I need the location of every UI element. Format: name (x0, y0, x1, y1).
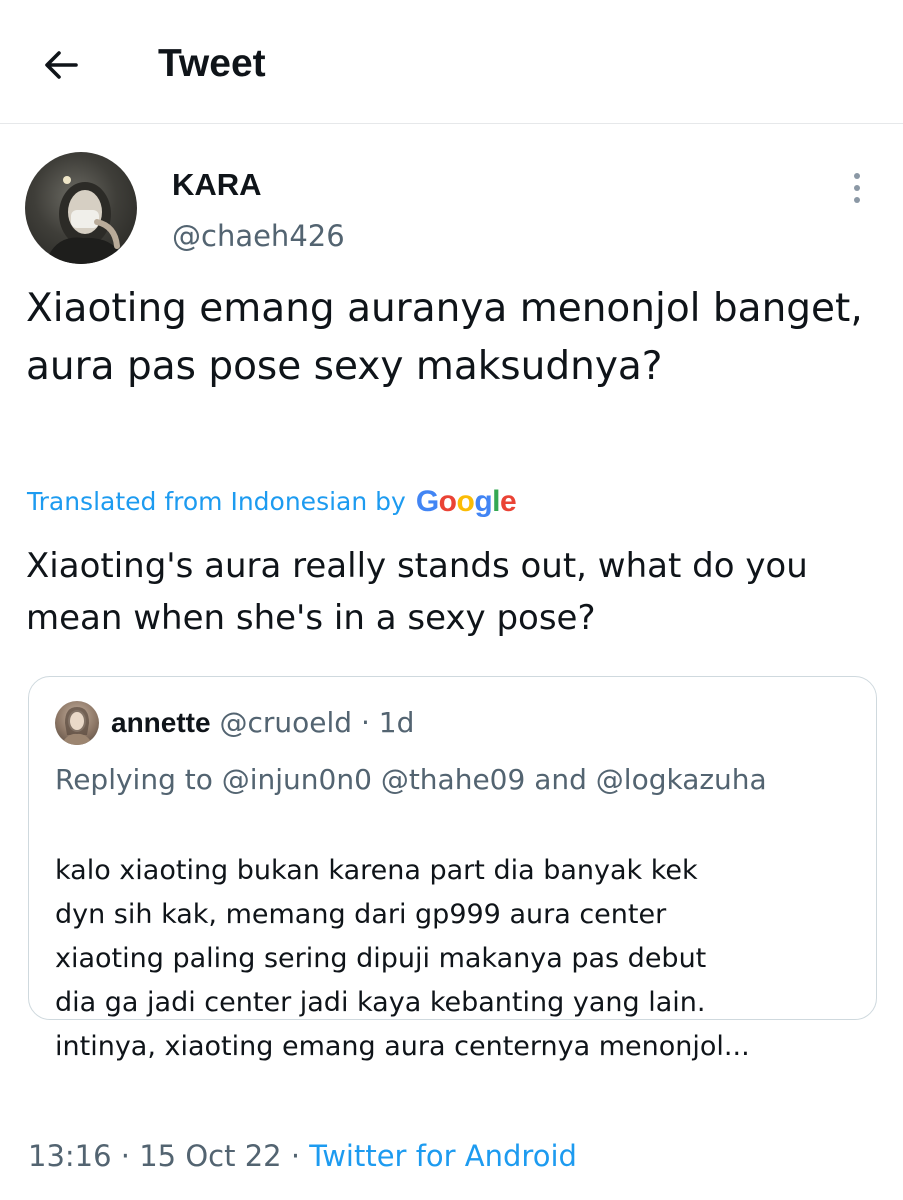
tweet-detail-page: Tweet KARA @chaeh426 Xiaoting emang aura… (0, 0, 903, 1200)
quoted-body-line: xiaoting paling sering dipuji makanya pa… (55, 943, 707, 974)
separator-dot: · (360, 706, 370, 739)
quoted-tweet-header: annette @cruoeld · 1d (111, 703, 414, 743)
page-title: Tweet (158, 42, 266, 85)
more-vertical-icon (854, 173, 860, 203)
translated-text: Xiaoting's aura really stands out, what … (26, 546, 808, 638)
quoted-body-line: kalo xiaoting bukan karena part dia bany… (55, 855, 698, 886)
tweet-date: 15 Oct 22 (139, 1139, 282, 1173)
avatar-photo (45, 176, 125, 264)
tweet-time: 13:16 (28, 1139, 112, 1173)
tweet-source-link[interactable]: Twitter for Android (309, 1139, 577, 1173)
google-letter: o (456, 485, 475, 518)
quoted-body-line: dia ga jadi center jadi kaya kebanting y… (55, 987, 706, 1018)
replying-to-text: Replying to @injun0n0 @thahe09 and @logk… (55, 763, 767, 796)
tweet-text: Xiaoting emang auranya menonjol banget, … (26, 286, 863, 389)
quoted-body-line: dyn sih kak, memang dari gp999 aura cent… (55, 899, 667, 930)
quoted-tweet-time: 1d (378, 706, 415, 739)
author-name[interactable]: KARA (172, 166, 262, 204)
google-letter: g (474, 485, 493, 518)
translated-label: Translated from Indonesian by (27, 487, 406, 516)
top-app-bar: Tweet (0, 0, 903, 124)
separator-dot: · (120, 1139, 131, 1173)
quoted-author-avatar (55, 701, 99, 745)
author-avatar[interactable] (25, 152, 137, 264)
quoted-tweet-body: kalo xiaoting bukan karena part dia bany… (55, 849, 865, 1069)
author-handle[interactable]: @chaeh426 (172, 217, 345, 255)
quoted-body-line: intinya, xiaoting emang aura centernya m… (55, 1031, 750, 1062)
arrow-left-icon (45, 51, 78, 79)
translation-attribution[interactable]: Translated from Indonesian by Google (27, 482, 517, 522)
back-button[interactable] (36, 40, 86, 90)
avatar-photo (61, 707, 93, 745)
google-letter: e (499, 485, 517, 518)
quoted-author-handle: @cruoeld (219, 706, 353, 739)
google-letter: l (492, 485, 500, 518)
quoted-tweet-card[interactable]: annette @cruoeld · 1d Replying to @injun… (28, 676, 877, 1062)
separator-dot: · (290, 1139, 301, 1173)
tweet-metadata: 13:16 · 15 Oct 22 · Twitter for Android (28, 1136, 577, 1176)
quoted-author-name: annette (111, 707, 211, 738)
more-options-button[interactable] (842, 168, 872, 208)
google-letter: o (438, 485, 457, 518)
google-letter: G (415, 485, 439, 518)
google-logo: Google (415, 482, 517, 522)
